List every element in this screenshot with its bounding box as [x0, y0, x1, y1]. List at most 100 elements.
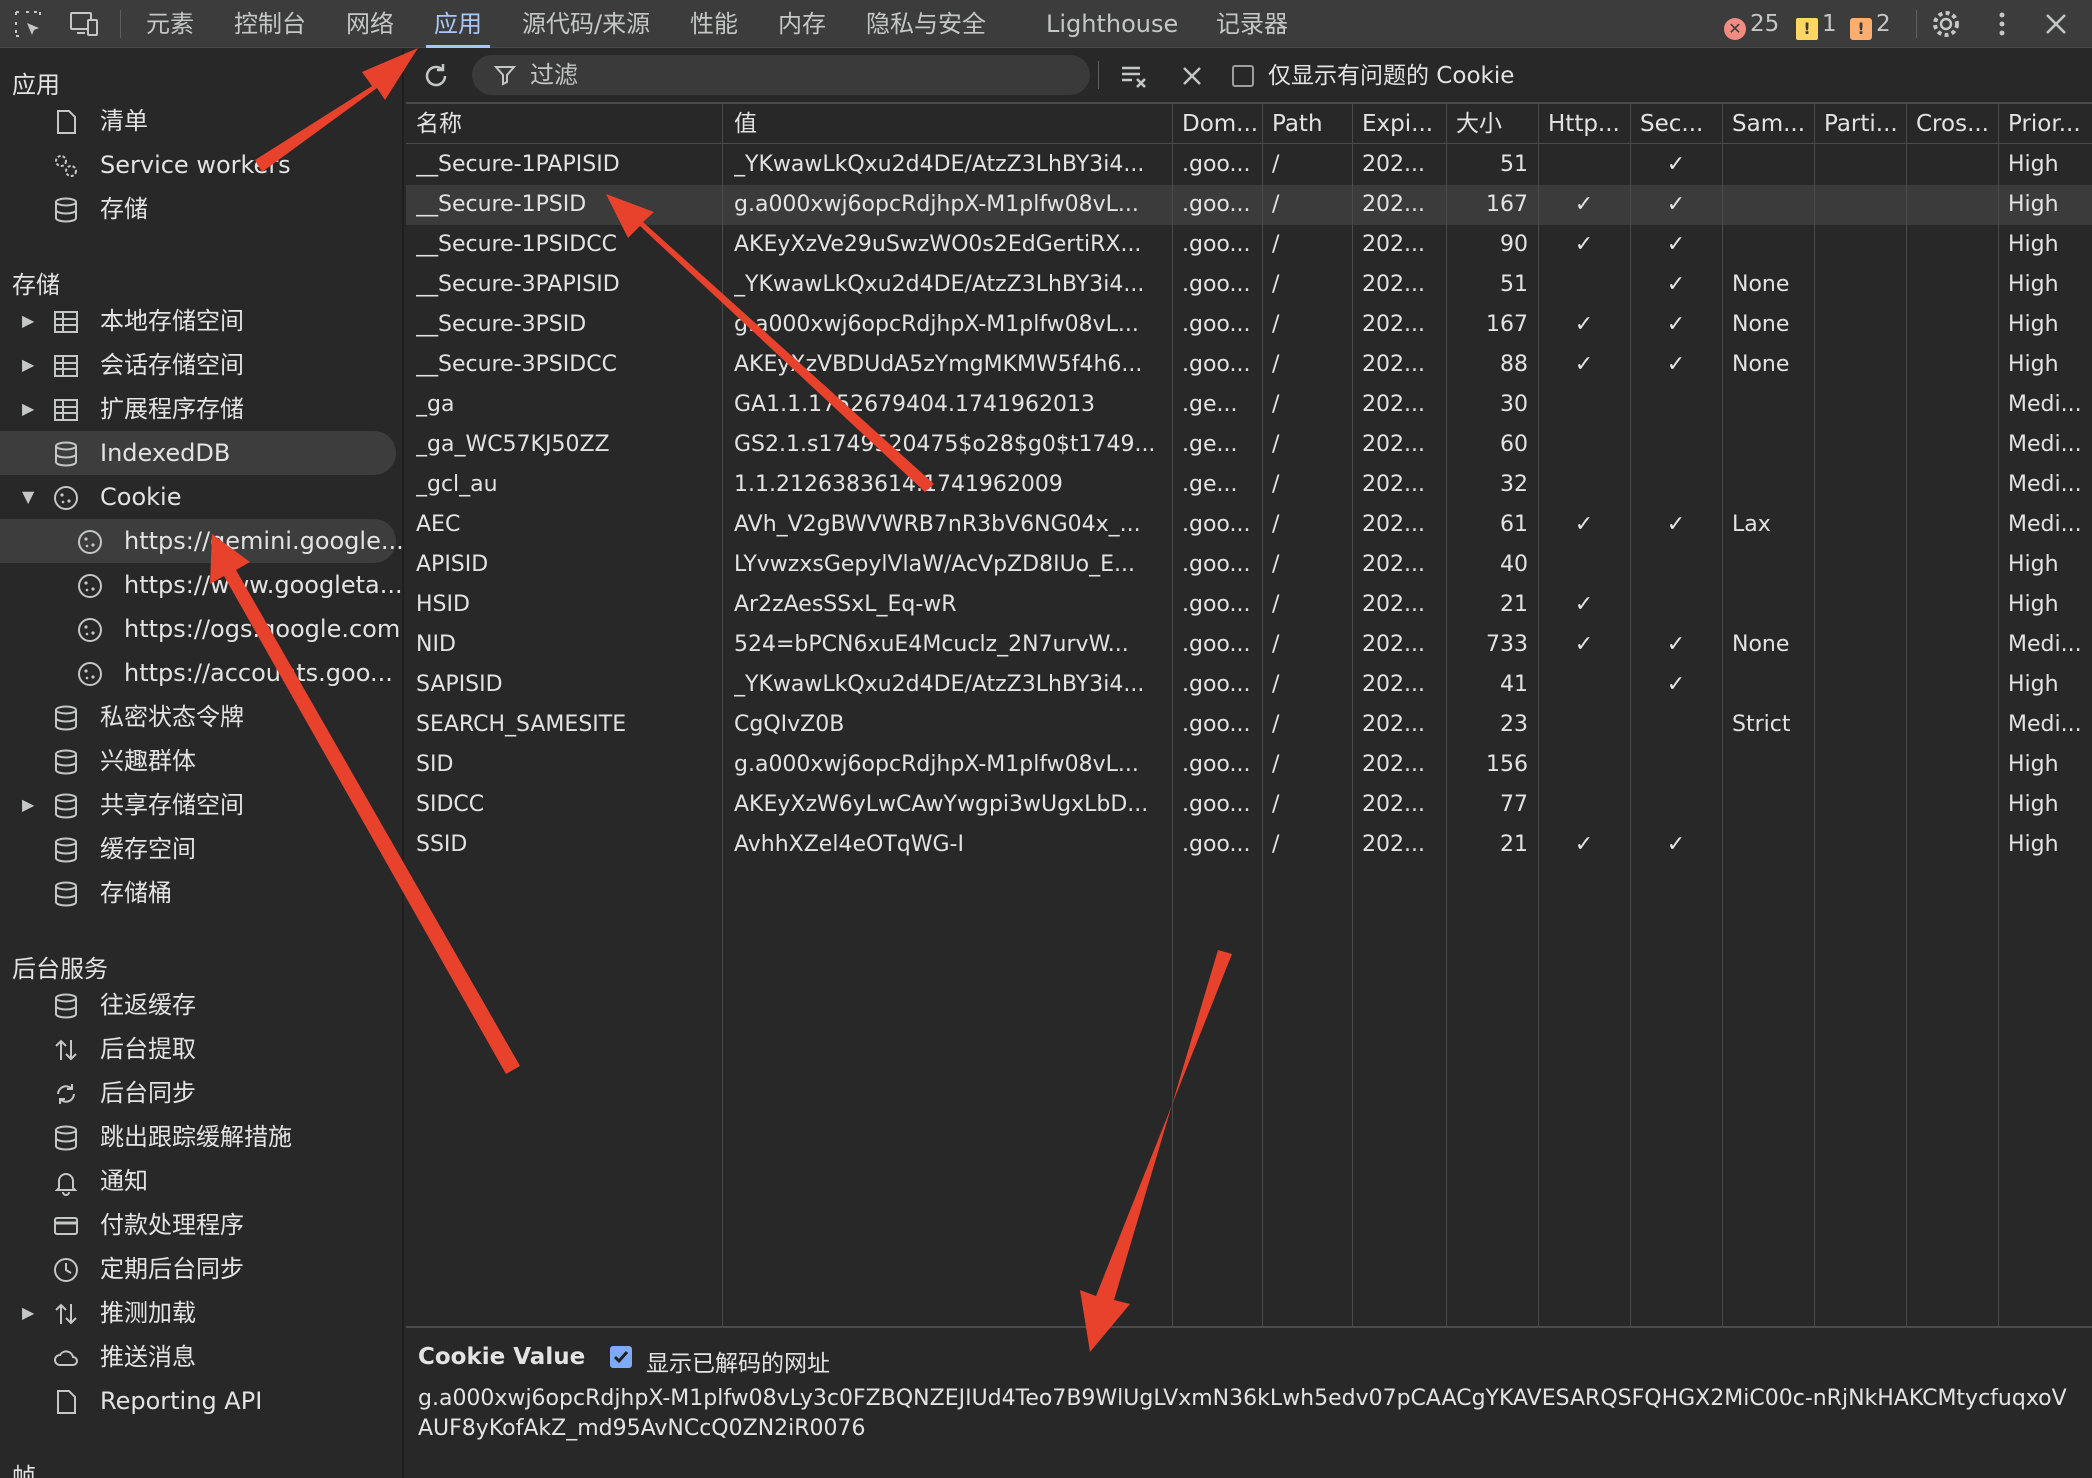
expand-arrow-icon[interactable]: ▶: [22, 299, 34, 343]
sidebar-item-periodic-background-sync[interactable]: 定期后台同步: [0, 1247, 396, 1291]
sidebar-item-indexeddb[interactable]: IndexedDB: [0, 431, 396, 475]
close-devtools-icon[interactable]: [2040, 8, 2072, 40]
column-divider[interactable]: [722, 104, 723, 1326]
column-divider[interactable]: [1352, 104, 1353, 1326]
column-divider[interactable]: [1172, 104, 1173, 1326]
tab-network[interactable]: 网络: [346, 0, 394, 48]
tab-elements[interactable]: 元素: [146, 0, 194, 48]
settings-gear-icon[interactable]: [1930, 8, 1962, 40]
refresh-icon[interactable]: [420, 60, 452, 92]
cell-size: 90: [1500, 232, 1528, 257]
sidebar-item-cookie-origin-googletag[interactable]: https://www.googleta...: [0, 563, 402, 607]
tab-application[interactable]: 应用: [426, 0, 490, 48]
more-options-icon[interactable]: [1986, 8, 2018, 40]
table-row[interactable]: __Secure-3PSID g.a000xwj6opcRdjhpX-M1plfw…: [406, 305, 2092, 345]
column-header-priority[interactable]: Prior...: [2008, 104, 2092, 144]
only-issues-checkbox[interactable]: [1232, 65, 1254, 87]
table-row[interactable]: __Secure-1PSIDCC AKEyXzVe29uSwzWO0s2EdGer…: [406, 225, 2092, 265]
sidebar-item-private-state-tokens[interactable]: 私密状态令牌: [0, 695, 396, 739]
column-header-httponly[interactable]: Http...: [1548, 104, 1630, 144]
sidebar-item-manifest[interactable]: 清单: [0, 99, 396, 143]
tab-console[interactable]: 控制台: [234, 0, 306, 48]
sidebar-item-push-messaging[interactable]: 推送消息: [0, 1335, 396, 1379]
column-divider[interactable]: [1722, 104, 1723, 1326]
column-header-name[interactable]: 名称: [416, 104, 716, 144]
sidebar-item-cookie[interactable]: ▼ Cookie: [0, 475, 396, 519]
table-row[interactable]: SAPISID _YKwawLkQxu2d4DE/AtzZ3LhBY3i4....…: [406, 665, 2092, 705]
sidebar-item-storage[interactable]: 存储: [0, 187, 396, 231]
sidebar-item-cache-storage[interactable]: 缓存空间: [0, 827, 396, 871]
column-divider[interactable]: [1630, 104, 1631, 1326]
sidebar-item-bfcache[interactable]: 往返缓存: [0, 983, 396, 1027]
column-divider[interactable]: [1906, 104, 1907, 1326]
sidebar-item-payment-handler[interactable]: 付款处理程序: [0, 1203, 396, 1247]
table-row[interactable]: __Secure-1PAPISID _YKwawLkQxu2d4DE/AtzZ3L…: [406, 145, 2092, 185]
sidebar-item-speculative-loads[interactable]: ▶ 推测加载: [0, 1291, 396, 1335]
column-divider[interactable]: [1998, 104, 1999, 1326]
collapse-arrow-icon[interactable]: ▼: [22, 475, 34, 519]
column-header-cross-site[interactable]: Cros...: [1916, 104, 1998, 144]
sidebar-item-background-sync[interactable]: 后台同步: [0, 1071, 396, 1115]
column-divider[interactable]: [1814, 104, 1815, 1326]
table-row[interactable]: _ga GA1.1.1752679404.1741962013 .ge... / 202…: [406, 385, 2092, 425]
warning-count-badge[interactable]: ! 1: [1796, 8, 1837, 40]
column-header-samesite[interactable]: Sam...: [1732, 104, 1814, 144]
device-toolbar-icon[interactable]: [68, 8, 100, 40]
table-row[interactable]: APISID LYvwzxsGepylVlaW/AcVpZD8IUo_E... .g…: [406, 545, 2092, 585]
sidebar-item-reporting-api[interactable]: Reporting API: [0, 1379, 396, 1423]
tab-privacy-security[interactable]: 隐私与安全: [866, 0, 986, 48]
clear-filtered-cookies-icon[interactable]: [1118, 60, 1150, 92]
sidebar-item-local-storage[interactable]: ▶ 本地存储空间: [0, 299, 396, 343]
column-divider[interactable]: [1538, 104, 1539, 1326]
sidebar-item-extension-storage[interactable]: ▶ 扩展程序存储: [0, 387, 396, 431]
inspect-element-icon[interactable]: [12, 8, 44, 40]
table-row[interactable]: _ga_WC57KJ50ZZ GS2.1.s1749520475$o28$g0$t…: [406, 425, 2092, 465]
tab-memory[interactable]: 内存: [778, 0, 826, 48]
delete-selected-icon[interactable]: [1176, 60, 1208, 92]
column-header-value[interactable]: 值: [734, 104, 1164, 144]
tab-recorder[interactable]: 记录器: [1216, 0, 1288, 48]
sidebar-item-cookie-origin-accounts[interactable]: https://accounts.goo...: [0, 651, 396, 695]
tab-sources[interactable]: 源代码/来源: [522, 0, 650, 48]
sidebar-item-cookie-origin-ogs[interactable]: https://ogs.google.com: [0, 607, 400, 651]
sidebar-item-background-fetch[interactable]: 后台提取: [0, 1027, 396, 1071]
expand-arrow-icon[interactable]: ▶: [22, 387, 34, 431]
tab-performance[interactable]: 性能: [690, 0, 738, 48]
column-divider[interactable]: [1262, 104, 1263, 1326]
table-row[interactable]: SID g.a000xwj6opcRdjhpX-M1plfw08vL... .goo…: [406, 745, 2092, 785]
column-header-secure[interactable]: Sec...: [1640, 104, 1722, 144]
column-header-domain[interactable]: Dom...: [1182, 104, 1264, 144]
table-row[interactable]: _gcl_au 1.1.2126383614.1741962009 .ge... / 2…: [406, 465, 2092, 505]
sidebar-item-bounce-tracking[interactable]: 跳出跟踪缓解措施: [0, 1115, 396, 1159]
table-row[interactable]: SEARCH_SAMESITE CgQIvZ0B .goo... / 202... 23 S…: [406, 705, 2092, 745]
column-header-size[interactable]: 大小: [1456, 104, 1538, 144]
table-row[interactable]: __Secure-3PAPISID _YKwawLkQxu2d4DE/AtzZ3L…: [406, 265, 2092, 305]
error-count-badge[interactable]: ✕ 25: [1724, 8, 1779, 40]
table-row[interactable]: __Secure-3PSIDCC AKEyXzVBDUdA5zYmgMKMW5f4…: [406, 345, 2092, 385]
filter-input[interactable]: 过滤: [472, 55, 1090, 95]
sidebar-item-session-storage[interactable]: ▶ 会话存储空间: [0, 343, 396, 387]
expand-arrow-icon[interactable]: ▶: [22, 783, 34, 827]
sidebar-item-interest-groups[interactable]: 兴趣群体: [0, 739, 396, 783]
column-header-path[interactable]: Path: [1272, 104, 1354, 144]
table-row[interactable]: HSID Ar2zAesSSxL_Eq-wR .goo... / 202... 21 ✓ Hi…: [406, 585, 2092, 625]
table-row[interactable]: __Secure-1PSID g.a000xwj6opcRdjhpX-M1plfw…: [406, 185, 2092, 225]
column-header-expires[interactable]: Expi...: [1362, 104, 1444, 144]
table-row[interactable]: SSID AvhhXZel4eOTqWG-I .goo... / 202... 21 ✓ ✓ H…: [406, 825, 2092, 865]
show-decoded-checkbox[interactable]: [610, 1346, 632, 1368]
column-divider[interactable]: [1446, 104, 1447, 1326]
sidebar-item-shared-storage[interactable]: ▶ 共享存储空间: [0, 783, 396, 827]
expand-arrow-icon[interactable]: ▶: [22, 343, 34, 387]
sidebar-item-notifications[interactable]: 通知: [0, 1159, 396, 1203]
expand-arrow-icon[interactable]: ▶: [22, 1291, 34, 1335]
sidebar-item-service-workers[interactable]: Service workers: [0, 143, 396, 187]
column-header-partition-key[interactable]: Parti...: [1824, 104, 1906, 144]
sidebar-item-cookie-origin-gemini[interactable]: https://gemini.google...: [0, 519, 402, 563]
sidebar-item-storage-buckets[interactable]: 存储桶: [0, 871, 396, 915]
table-row[interactable]: SIDCC AKEyXzW6yLwCAwYwgpi3wUgxLbD... .goo.…: [406, 785, 2092, 825]
cookie-value-text[interactable]: g.a000xwj6opcRdjhpX-M1plfw08vLy3c0FZBQNZ…: [418, 1384, 2078, 1444]
table-row[interactable]: AEC AVh_V2gBWVWRB7nR3bV6NG04x_... .goo... /…: [406, 505, 2092, 545]
issue-count-badge[interactable]: ! 2: [1850, 8, 1891, 40]
tab-lighthouse[interactable]: Lighthouse: [1046, 0, 1178, 48]
table-row[interactable]: NID 524=bPCN6xuE4Mcuclz_2N7urvW... .goo...…: [406, 625, 2092, 665]
